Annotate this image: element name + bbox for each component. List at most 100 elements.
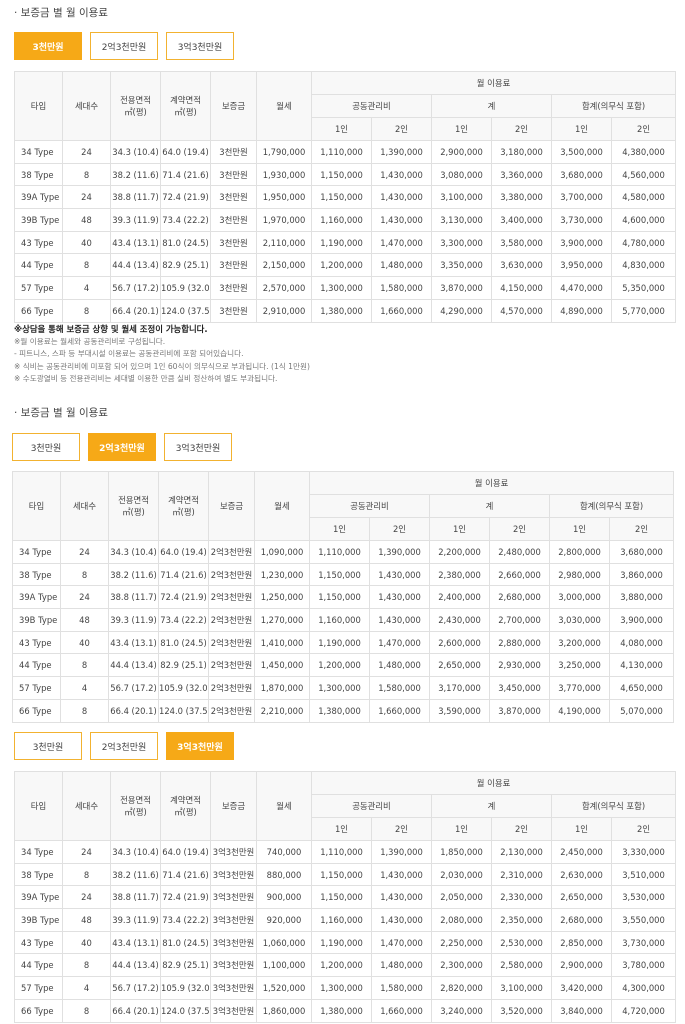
table-cell: 880,000	[256, 862, 312, 887]
th-total: 합계(의무식 포함)	[550, 94, 677, 118]
table-cell: 1,060,000	[256, 930, 312, 955]
table-cell: 72.4 (21.9)	[158, 585, 209, 610]
table-cell: 3,780,000	[610, 953, 677, 978]
table-cell: 2,600,000	[429, 630, 490, 655]
th-rent: 월세	[254, 471, 310, 541]
table-cell: 740,000	[256, 840, 312, 864]
table-cell: 105.9 (32.0)	[160, 976, 211, 1000]
table-row: 44 Type 8 44.4 (13.4) 82.9 (25.1) 2억3천만원 1,45…	[12, 653, 675, 678]
table-cell: 1,090,000	[254, 540, 310, 564]
table-cell: 5,770,000	[610, 298, 677, 323]
table-cell: 1,200,000	[309, 653, 370, 678]
table-section-3: 타입 세대수 전용면적 ㎡(평) 계약면적 ㎡(평) 보증금 월세 월 이용료 공동관리비 계 합계(…	[14, 771, 677, 1023]
table-cell: 1,930,000	[256, 162, 312, 187]
table-cell: 2,150,000	[256, 253, 312, 278]
table-cell: 34 Type	[14, 140, 63, 164]
table-cell: 39B Type	[14, 908, 63, 932]
table-cell: 1,580,000	[371, 976, 432, 1000]
tab-330m[interactable]: 3억3천만원	[164, 433, 232, 461]
table-cell: 1,430,000	[371, 885, 432, 910]
table-cell: 105.9 (32.0)	[160, 276, 211, 300]
table-cell: 24	[60, 540, 109, 564]
table-cell: 1,470,000	[371, 230, 432, 255]
table-cell: 3,870,000	[431, 276, 492, 300]
table-row: 44 Type 8 44.4 (13.4) 82.9 (25.1) 3억3천만원 1,10…	[14, 953, 677, 978]
table-cell: 1,470,000	[369, 630, 430, 655]
tab-230m[interactable]: 2억3천만원	[90, 732, 158, 760]
table-cell: 2억3천만원	[208, 653, 255, 678]
tab-230m[interactable]: 2억3천만원	[88, 433, 156, 461]
table-cell: 57 Type	[14, 276, 63, 300]
table-cell: 4,780,000	[610, 230, 677, 255]
table-cell: 3,130,000	[431, 208, 492, 232]
table-cell: 3,580,000	[491, 230, 552, 255]
table-cell: 24	[60, 585, 109, 610]
table-cell: 4	[62, 976, 111, 1000]
table-cell: 4,300,000	[610, 976, 677, 1000]
th-two-person: 2인	[608, 517, 675, 541]
table-cell: 4,890,000	[551, 298, 612, 323]
table-cell: 3,590,000	[429, 698, 490, 723]
table-cell: 1,100,000	[256, 953, 312, 978]
table-cell: 1,450,000	[254, 653, 310, 678]
table-cell: 1,190,000	[311, 930, 372, 955]
table-cell: 2,300,000	[431, 953, 492, 978]
table-row: 39B Type 48 39.3 (11.9) 73.4 (22.2) 3억3천만원 92…	[14, 908, 677, 932]
table-cell: 39A Type	[12, 585, 61, 610]
table-cell: 1,390,000	[371, 840, 432, 864]
table-cell: 3,770,000	[549, 676, 610, 700]
table-cell: 2,200,000	[429, 540, 490, 564]
table-cell: 2,910,000	[256, 298, 312, 323]
table-cell: 3,300,000	[431, 230, 492, 255]
table-cell: 900,000	[256, 885, 312, 910]
table-cell: 34 Type	[14, 840, 63, 864]
tab-230m[interactable]: 2억3천만원	[90, 32, 158, 60]
table-cell: 44.4 (13.4)	[110, 253, 161, 278]
table-cell: 1,380,000	[311, 298, 372, 323]
table-cell: 3,170,000	[429, 676, 490, 700]
deposit-tabs: 3천만원 2억3천만원 3억3천만원	[14, 732, 234, 760]
table-cell: 38.2 (11.6)	[110, 162, 161, 187]
table-row: 39A Type 24 38.8 (11.7) 72.4 (21.9) 2억3천만원 1,…	[12, 585, 675, 610]
table-cell: 44 Type	[14, 253, 63, 278]
table-cell: 8	[60, 698, 109, 723]
th-two-person: 2인	[371, 817, 432, 841]
th-one-person: 1인	[549, 517, 610, 541]
table-cell: 3,870,000	[489, 698, 550, 723]
table-cell: 4	[60, 676, 109, 700]
table-cell: 1,390,000	[369, 540, 430, 564]
table-cell: 64.0 (19.4)	[158, 540, 209, 564]
table-cell: 3천만원	[210, 208, 257, 232]
table-cell: 2억3천만원	[208, 540, 255, 564]
table-row: 57 Type 4 56.7 (17.2) 105.9 (32.0) 3천만원 2,570…	[14, 276, 677, 300]
table-cell: 4,580,000	[610, 185, 677, 210]
tab-30m[interactable]: 3천만원	[12, 433, 80, 461]
table-cell: 2,110,000	[256, 230, 312, 255]
table-row: 39A Type 24 38.8 (11.7) 72.4 (21.9) 3천만원 1,95…	[14, 185, 677, 210]
table-cell: 3,680,000	[551, 162, 612, 187]
table-cell: 3,200,000	[549, 630, 610, 655]
table-cell: 105.9 (32.0)	[158, 676, 209, 700]
table-cell: 1,380,000	[309, 698, 370, 723]
table-cell: 3억3천만원	[210, 908, 257, 932]
table-cell: 1,110,000	[309, 540, 370, 564]
tab-30m[interactable]: 3천만원	[14, 32, 82, 60]
table-cell: 5,070,000	[608, 698, 675, 723]
table-cell: 1,850,000	[431, 840, 492, 864]
table-cell: 2,650,000	[551, 885, 612, 910]
table-cell: 39A Type	[14, 185, 63, 210]
tab-330m[interactable]: 3억3천만원	[166, 732, 234, 760]
tab-330m[interactable]: 3억3천만원	[166, 32, 234, 60]
table-cell: 1,480,000	[371, 253, 432, 278]
tab-30m[interactable]: 3천만원	[14, 732, 82, 760]
table-cell: 3,900,000	[608, 608, 675, 632]
table-cell: 3천만원	[210, 276, 257, 300]
table-cell: 71.4 (21.6)	[160, 162, 211, 187]
table-cell: 3,030,000	[549, 608, 610, 632]
table-cell: 3,330,000	[610, 840, 677, 864]
th-two-person: 2인	[369, 517, 430, 541]
table-cell: 1,580,000	[371, 276, 432, 300]
th-total: 합계(의무식 포함)	[548, 494, 675, 518]
note-line: - 피트니스, 스파 등 부대시설 이용료는 공동관리비에 포함 되어있습니다.	[14, 349, 244, 358]
table-cell: 124.0 (37.5)	[160, 298, 211, 323]
